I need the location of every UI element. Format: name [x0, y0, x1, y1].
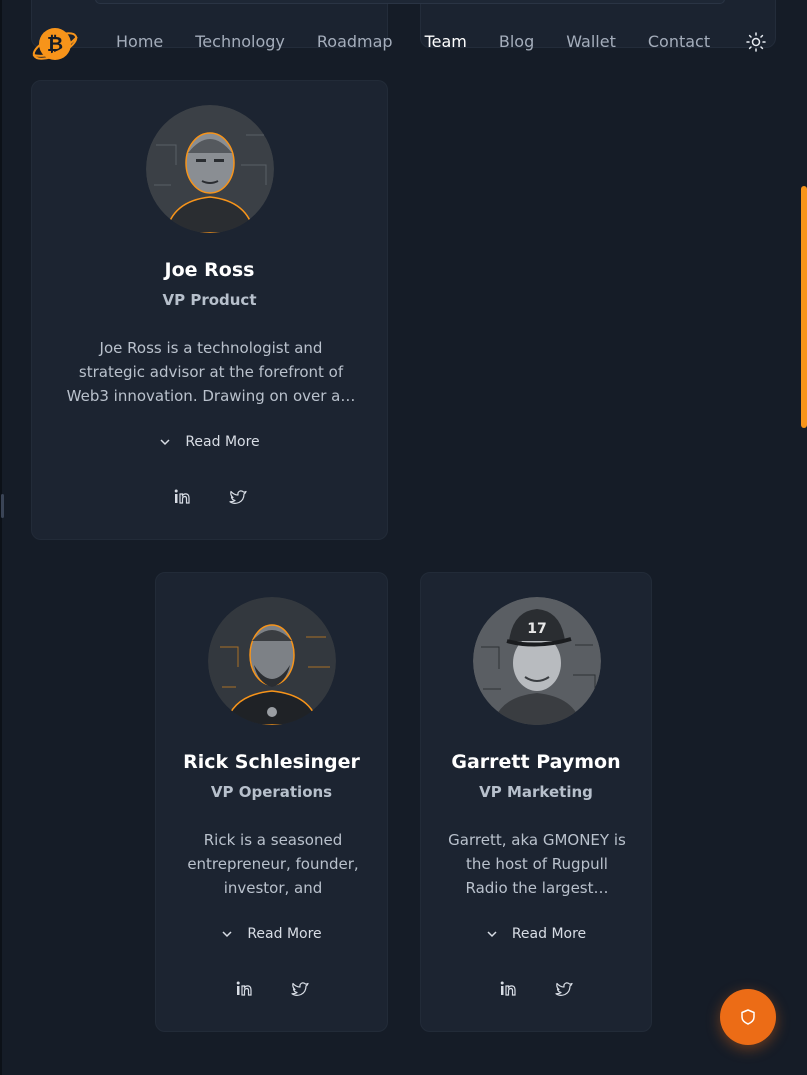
member-role: VP Operations [210, 783, 333, 801]
read-more-button[interactable]: Read More [156, 926, 387, 942]
nav-blog[interactable]: Blog [499, 32, 534, 51]
nav-team[interactable]: Team [425, 32, 467, 51]
member-bio: Joe Ross is a technologist and strategic… [66, 339, 356, 405]
nav-wallet[interactable]: Wallet [566, 32, 616, 51]
avatar [146, 105, 274, 233]
team-card-joe-ross: Joe Ross VP Product Joe Ross is a techno… [31, 80, 388, 540]
nav-roadmap[interactable]: Roadmap [317, 32, 393, 51]
member-role: VP Product [162, 291, 257, 309]
scrollbar-track[interactable] [800, 0, 807, 1075]
read-more-button[interactable]: Read More [421, 926, 651, 942]
avatar: 17 [473, 597, 601, 725]
twitter-icon[interactable] [228, 488, 247, 506]
member-name: Joe Ross [164, 259, 255, 281]
member-bio: Rick is a seasoned entrepreneur, founder… [187, 831, 359, 897]
linkedin-icon[interactable] [499, 980, 517, 998]
sun-icon[interactable] [745, 31, 767, 53]
team-card-garrett-paymon: 17 Garrett Paymon VP Marketing Garrett, … [420, 572, 652, 1032]
twitter-icon[interactable] [290, 980, 309, 998]
member-bio: Garrett, aka GMONEY is the host of Rugpu… [448, 831, 626, 897]
site-header: ₿ Home Technology Roadmap Team Blog Wall… [0, 10, 807, 74]
chevron-down-icon [487, 931, 497, 938]
svg-text:17: 17 [527, 621, 546, 637]
member-role: VP Marketing [479, 783, 593, 801]
main-nav: Home Technology Roadmap Team Blog Wallet… [116, 32, 742, 51]
previous-section-bar [95, 0, 725, 4]
shield-icon [741, 1009, 755, 1025]
member-name: Rick Schlesinger [183, 751, 360, 773]
linkedin-icon[interactable] [235, 980, 253, 998]
shield-button[interactable] [720, 989, 776, 1045]
social-links [32, 488, 387, 506]
social-links [421, 980, 651, 998]
nav-technology[interactable]: Technology [195, 32, 285, 51]
read-more-label: Read More [511, 926, 587, 942]
read-more-label: Read More [185, 434, 260, 450]
member-name: Garrett Paymon [451, 751, 621, 773]
team-card-rick-schlesinger: Rick Schlesinger VP Operations Rick is a… [155, 572, 388, 1032]
chevron-down-icon [222, 931, 232, 938]
bitcoin-planet-logo[interactable]: ₿ [30, 20, 80, 70]
nav-contact[interactable]: Contact [648, 32, 710, 51]
page-edge [0, 0, 2, 1075]
linkedin-icon[interactable] [173, 488, 191, 506]
scrollbar-thumb[interactable] [801, 186, 807, 428]
nav-home[interactable]: Home [116, 32, 163, 51]
twitter-icon[interactable] [555, 980, 573, 998]
edge-handle [1, 494, 4, 518]
chevron-down-icon [160, 439, 170, 446]
social-links [156, 980, 387, 998]
read-more-label: Read More [247, 926, 322, 942]
avatar [208, 597, 336, 725]
read-more-button[interactable]: Read More [32, 434, 387, 450]
